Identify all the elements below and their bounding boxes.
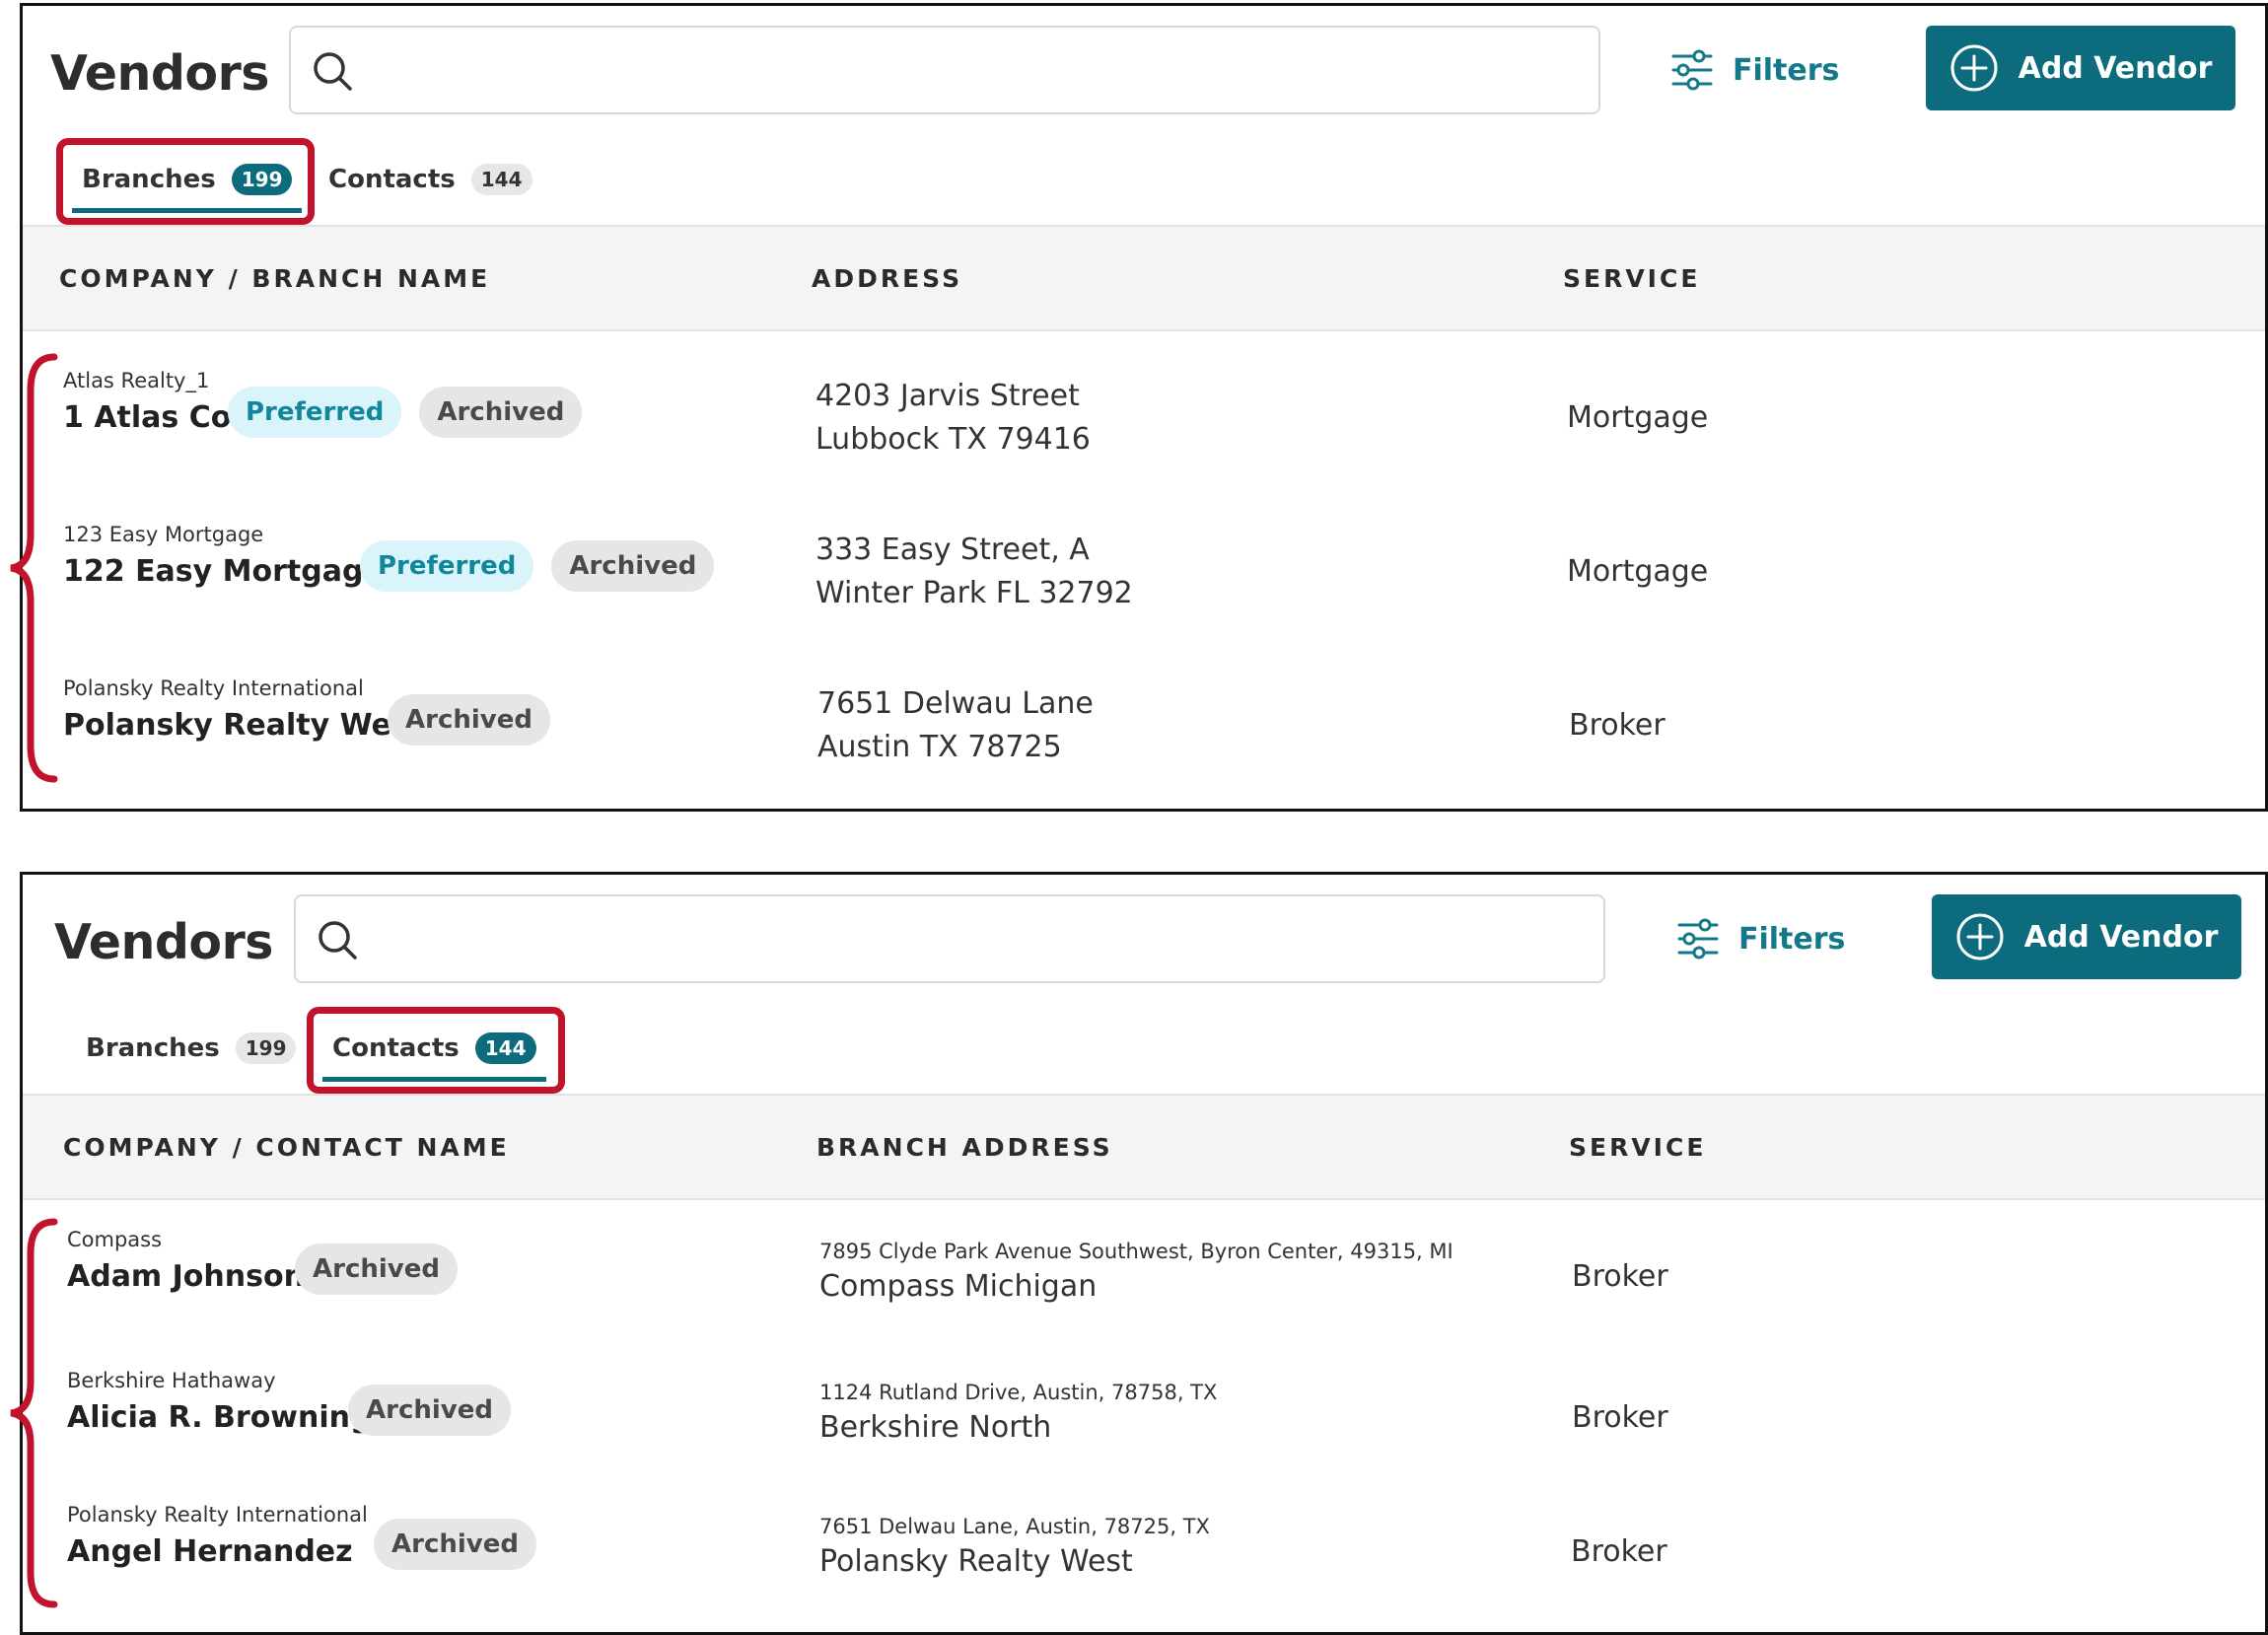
vendors-panel-branches: Vendors Filters Add Vendor Branches 199 … (10, 3, 2268, 812)
address-line-2: Winter Park FL 32792 (815, 576, 1133, 610)
tab-count-badge: 144 (470, 164, 532, 195)
branch-address: 1124 Rutland Drive, Austin, 78758, TX (819, 1381, 1218, 1404)
page-title: Vendors (54, 914, 273, 970)
branch-name: Compass Michigan (819, 1269, 1098, 1304)
branch-name: Polansky Realty West (819, 1544, 1133, 1579)
row-badges: Preferred Archived (228, 387, 583, 438)
address-line-1: 333 Easy Street, A (815, 533, 1090, 567)
plus-circle-icon (1956, 913, 2004, 960)
archived-badge: Archived (348, 1385, 511, 1436)
panel-header: Vendors Filters Add Vendor Branches 199 … (23, 6, 2265, 225)
contact-name: Adam Johnson (67, 1259, 305, 1294)
archived-badge: Archived (419, 387, 583, 438)
branch-name: Berkshire North (819, 1410, 1052, 1445)
add-vendor-button[interactable]: Add Vendor (1926, 26, 2235, 110)
search-box[interactable] (289, 26, 1600, 114)
archived-badge: Archived (374, 1519, 536, 1570)
company-name: Polansky Realty International (67, 1503, 368, 1527)
preferred-badge: Preferred (228, 387, 402, 438)
search-input[interactable] (375, 906, 1588, 971)
filters-button[interactable]: Filters (1669, 40, 1839, 100)
column-header: COMPANY / BRANCH NAME (59, 264, 491, 293)
page-title: Vendors (50, 45, 269, 102)
row-badges: Archived (295, 1244, 458, 1295)
archived-badge: Archived (388, 694, 550, 746)
address-line-2: Lubbock TX 79416 (815, 422, 1091, 457)
company-name: Berkshire Hathaway (67, 1369, 276, 1392)
column-header: SERVICE (1563, 264, 1701, 293)
table-header: COMPANY / BRANCH NAME ADDRESS SERVICE (23, 225, 2265, 331)
company-name: Compass (67, 1228, 163, 1251)
vendors-panel-contacts: Vendors Filters Add Vendor Branches 199 … (10, 872, 2268, 1635)
address-line-2: Austin TX 78725 (817, 730, 1062, 764)
contact-name: Angel Hernandez (67, 1534, 353, 1569)
search-input[interactable] (370, 37, 1583, 103)
table-row[interactable]: Compass Adam Johnson Archived 7895 Clyde… (23, 1204, 2265, 1352)
column-header: BRANCH ADDRESS (816, 1133, 1113, 1162)
service: Broker (1572, 1400, 1668, 1435)
tab-label: Contacts (328, 165, 456, 194)
column-header: SERVICE (1569, 1133, 1707, 1162)
service: Mortgage (1567, 554, 1709, 589)
service: Mortgage (1567, 400, 1709, 435)
branch-name: 122 Easy Mortgage (63, 554, 384, 589)
archived-badge: Archived (551, 540, 715, 592)
branch-name: Polansky Realty West (63, 708, 424, 743)
add-vendor-label: Add Vendor (2018, 50, 2213, 86)
tab-contacts[interactable]: Contacts 144 (328, 146, 532, 213)
branch-address: 7651 Delwau Lane, Austin, 78725, TX (819, 1515, 1210, 1538)
company-name: 123 Easy Mortgage (63, 523, 264, 546)
search-icon (319, 921, 357, 960)
contact-name: Alicia R. Browning (67, 1400, 372, 1435)
branch-name: 1 Atlas Co (63, 400, 232, 435)
table-row[interactable]: Polansky Realty International Angel Hern… (23, 1479, 2265, 1627)
row-badges: Archived (348, 1385, 511, 1436)
panel-header: Vendors Filters Add Vendor Branches 199 … (23, 875, 2265, 1094)
sliders-icon (1677, 918, 1719, 960)
table-row[interactable]: Polansky Realty International Polansky R… (23, 649, 2265, 797)
search-icon (314, 52, 352, 91)
company-name: Atlas Realty_1 (63, 369, 210, 392)
address-line-1: 7651 Delwau Lane (817, 686, 1094, 721)
service: Broker (1571, 1534, 1667, 1569)
column-header: ADDRESS (812, 264, 963, 293)
column-header: COMPANY / CONTACT NAME (63, 1133, 510, 1162)
archived-badge: Archived (295, 1244, 458, 1295)
add-vendor-button[interactable]: Add Vendor (1932, 894, 2241, 979)
address-line-1: 4203 Jarvis Street (815, 379, 1080, 413)
table-row[interactable]: Atlas Realty_1 1 Atlas Co Preferred Arch… (23, 341, 2265, 489)
plus-circle-icon (1950, 44, 1998, 92)
filters-label: Filters (1733, 52, 1840, 88)
row-badges: Preferred Archived (360, 540, 715, 592)
service: Broker (1569, 708, 1666, 743)
tab-label: Branches (86, 1033, 220, 1063)
service: Broker (1572, 1259, 1668, 1294)
row-badges: Archived (388, 694, 550, 746)
sliders-icon (1671, 49, 1713, 91)
search-box[interactable] (294, 894, 1605, 983)
filters-button[interactable]: Filters (1675, 909, 1845, 968)
highlight-box (307, 1007, 565, 1094)
table-row[interactable]: Berkshire Hathaway Alicia R. Browning Ar… (23, 1345, 2265, 1493)
branch-address: 7895 Clyde Park Avenue Southwest, Byron … (819, 1240, 1453, 1263)
add-vendor-label: Add Vendor (2023, 919, 2219, 955)
tab-count-badge: 199 (235, 1032, 297, 1064)
highlight-box (56, 138, 315, 225)
filters-label: Filters (1738, 921, 1846, 957)
table-row[interactable]: 123 Easy Mortgage 122 Easy Mortgage Pref… (23, 495, 2265, 643)
tab-branches[interactable]: Branches 199 (86, 1015, 297, 1082)
table-header: COMPANY / CONTACT NAME BRANCH ADDRESS SE… (23, 1094, 2265, 1200)
row-badges: Archived (374, 1519, 536, 1570)
company-name: Polansky Realty International (63, 676, 364, 700)
preferred-badge: Preferred (360, 540, 534, 592)
